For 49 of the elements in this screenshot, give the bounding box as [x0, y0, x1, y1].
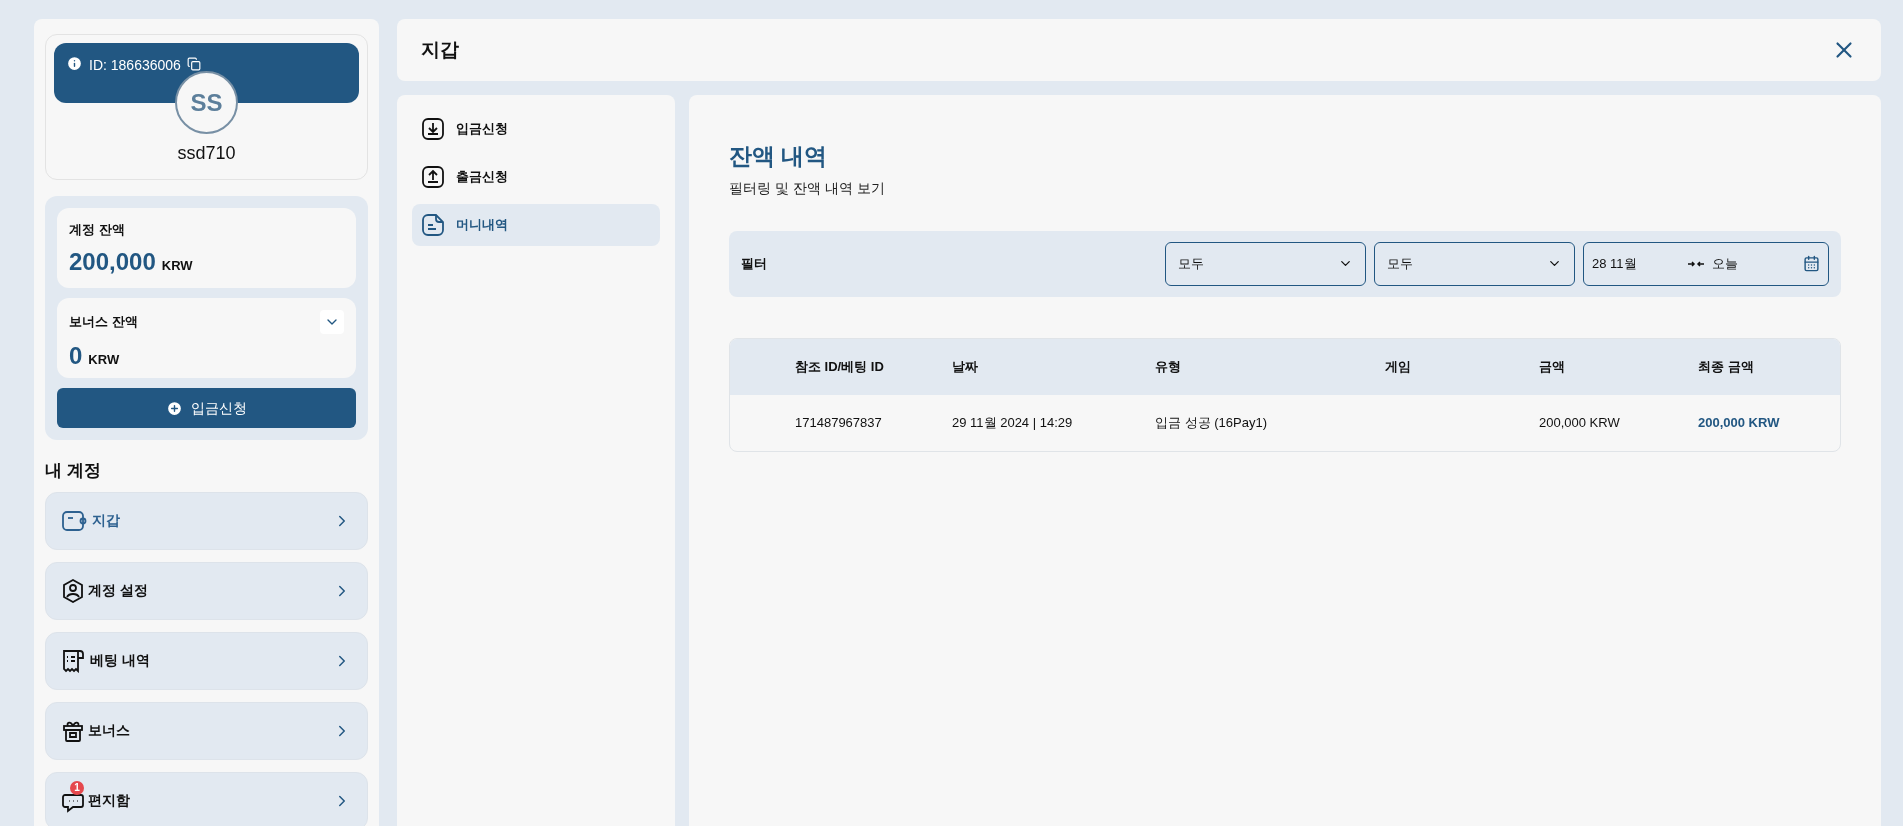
date-to: 오늘 — [1712, 254, 1739, 273]
filter-select[interactable]: 모두 — [1165, 241, 1366, 286]
notification-badge: 1 — [70, 780, 84, 795]
balance-amount: 0 — [69, 341, 83, 371]
filter-label: 필터 — [741, 254, 767, 273]
account-menu-item[interactable]: 베팅 내역 — [45, 631, 368, 690]
balance-label: 보너스 잔액 — [69, 313, 138, 332]
download-icon — [422, 118, 444, 140]
document-icon — [422, 214, 444, 236]
table-cell-text: 200,000 KRW — [1698, 413, 1781, 432]
calendar-icon[interactable] — [1803, 255, 1820, 272]
balance-amount: 200,000 — [69, 246, 156, 277]
content-subtitle: 필터링 및 잔액 내역 보기 — [729, 178, 886, 198]
date-range-field[interactable]: 28 11월 오늘 — [1583, 241, 1829, 286]
column-header: 날짜 — [952, 357, 979, 376]
window-title: 지갑 — [421, 37, 459, 62]
username: ssd710 — [177, 142, 236, 165]
wallet-icon — [62, 510, 88, 531]
wallet-nav-item[interactable]: 입금신청 — [412, 108, 660, 150]
table-cell-text: 29 11월 2024 | 14:29 — [952, 413, 1074, 432]
date-from: 28 11월 — [1592, 254, 1638, 273]
section-title: 내 계정 — [45, 460, 102, 482]
account-menu-item[interactable]: 1 편지함 — [45, 771, 368, 826]
column-header: 최종 금액 — [1698, 357, 1755, 376]
info-icon — [66, 55, 83, 72]
balance-label: 계정 잔액 — [69, 221, 125, 239]
currency: KRW — [88, 351, 120, 369]
user-hexagon-icon — [62, 578, 84, 603]
arrows-in-icon — [1688, 259, 1704, 268]
account-menu-item[interactable]: 계정 설정 — [45, 561, 368, 620]
upload-icon — [422, 166, 444, 188]
wallet-nav-item[interactable]: 머니내역 — [412, 204, 660, 246]
column-header: 금액 — [1539, 357, 1566, 376]
table-cell-text: 200,000 KRW — [1539, 413, 1621, 432]
currency: KRW — [161, 256, 193, 275]
column-header: 유형 — [1155, 357, 1182, 376]
column-header: 게임 — [1385, 357, 1412, 376]
content-title: 잔액 내역 — [729, 142, 829, 171]
table-cell-text: 171487967837 — [795, 413, 883, 432]
plus-icon — [166, 399, 183, 417]
receipt-icon — [62, 648, 86, 673]
table-cell-text: 입금 성공 (16Pay1) — [1155, 413, 1268, 432]
copy-icon[interactable] — [186, 57, 201, 71]
column-header: 참조 ID/베팅 ID — [795, 357, 885, 376]
account-menu-item[interactable]: 보너스 — [45, 701, 368, 760]
wallet-nav-item[interactable]: 출금신청 — [412, 156, 660, 198]
deposit-button[interactable]: 입금신청 — [57, 388, 356, 428]
account-menu-item[interactable]: 지갑 — [45, 491, 368, 550]
filter-select[interactable]: 모두 — [1374, 241, 1575, 286]
